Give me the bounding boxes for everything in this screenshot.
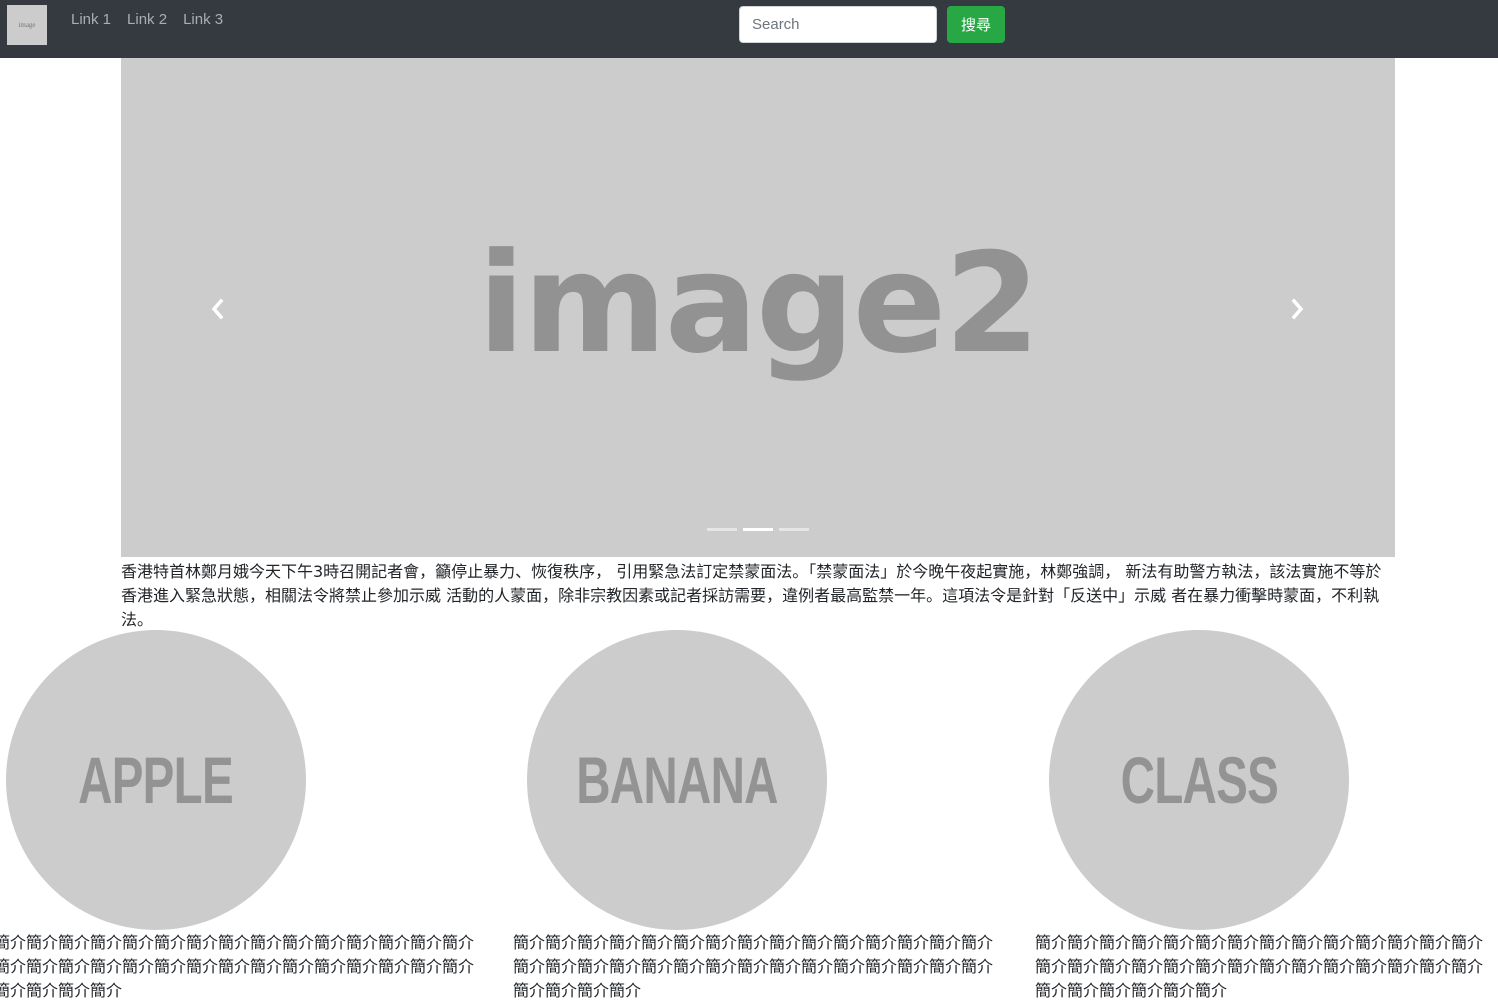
card-image-label: BANANA <box>576 743 778 817</box>
navbar: image Link 1 Link 2 Link 3 搜尋 <box>0 0 1498 58</box>
carousel-indicator-3[interactable] <box>779 528 809 531</box>
card-image-banana: BANANA <box>527 630 827 930</box>
nav-link-1[interactable]: Link 1 <box>71 10 111 30</box>
card-image-apple: APPLE <box>6 630 306 930</box>
nav-link-3[interactable]: Link 3 <box>183 10 223 30</box>
carousel-indicators <box>707 528 809 531</box>
carousel-next-button[interactable] <box>1283 294 1313 324</box>
carousel-slide-image: image2 <box>477 223 1041 384</box>
intro-paragraph: 香港特首林鄭月娥今天下午3時召開記者會，籲停止暴力、恢復秩序， 引用緊急法訂定禁… <box>121 562 1382 629</box>
brand-logo[interactable]: image <box>7 5 47 45</box>
card-description: 簡介簡介簡介簡介簡介簡介簡介簡介簡介簡介簡介簡介簡介簡介簡介簡介簡介簡介簡介簡介… <box>1035 933 1484 1000</box>
nav-link-2[interactable]: Link 2 <box>127 10 167 30</box>
carousel-indicator-1[interactable] <box>707 528 737 531</box>
carousel-prev-button[interactable] <box>202 294 232 324</box>
image-carousel: image2 <box>121 58 1395 557</box>
card-description: 簡介簡介簡介簡介簡介簡介簡介簡介簡介簡介簡介簡介簡介簡介簡介簡介簡介簡介簡介簡介… <box>513 933 994 1000</box>
card-image-label: APPLE <box>78 743 235 817</box>
search-button[interactable]: 搜尋 <box>947 6 1005 43</box>
chevron-left-icon <box>211 298 224 320</box>
card-description: 簡介簡介簡介簡介簡介簡介簡介簡介簡介簡介簡介簡介簡介簡介簡介簡介簡介簡介簡介簡介… <box>0 933 475 1000</box>
chevron-right-icon <box>1291 298 1304 320</box>
card-image-label: CLASS <box>1120 743 1278 817</box>
card-image-class: CLASS <box>1049 630 1349 930</box>
search-input[interactable] <box>739 6 937 43</box>
carousel-indicator-2[interactable] <box>743 528 773 531</box>
nav-links: Link 1 Link 2 Link 3 <box>71 10 223 30</box>
